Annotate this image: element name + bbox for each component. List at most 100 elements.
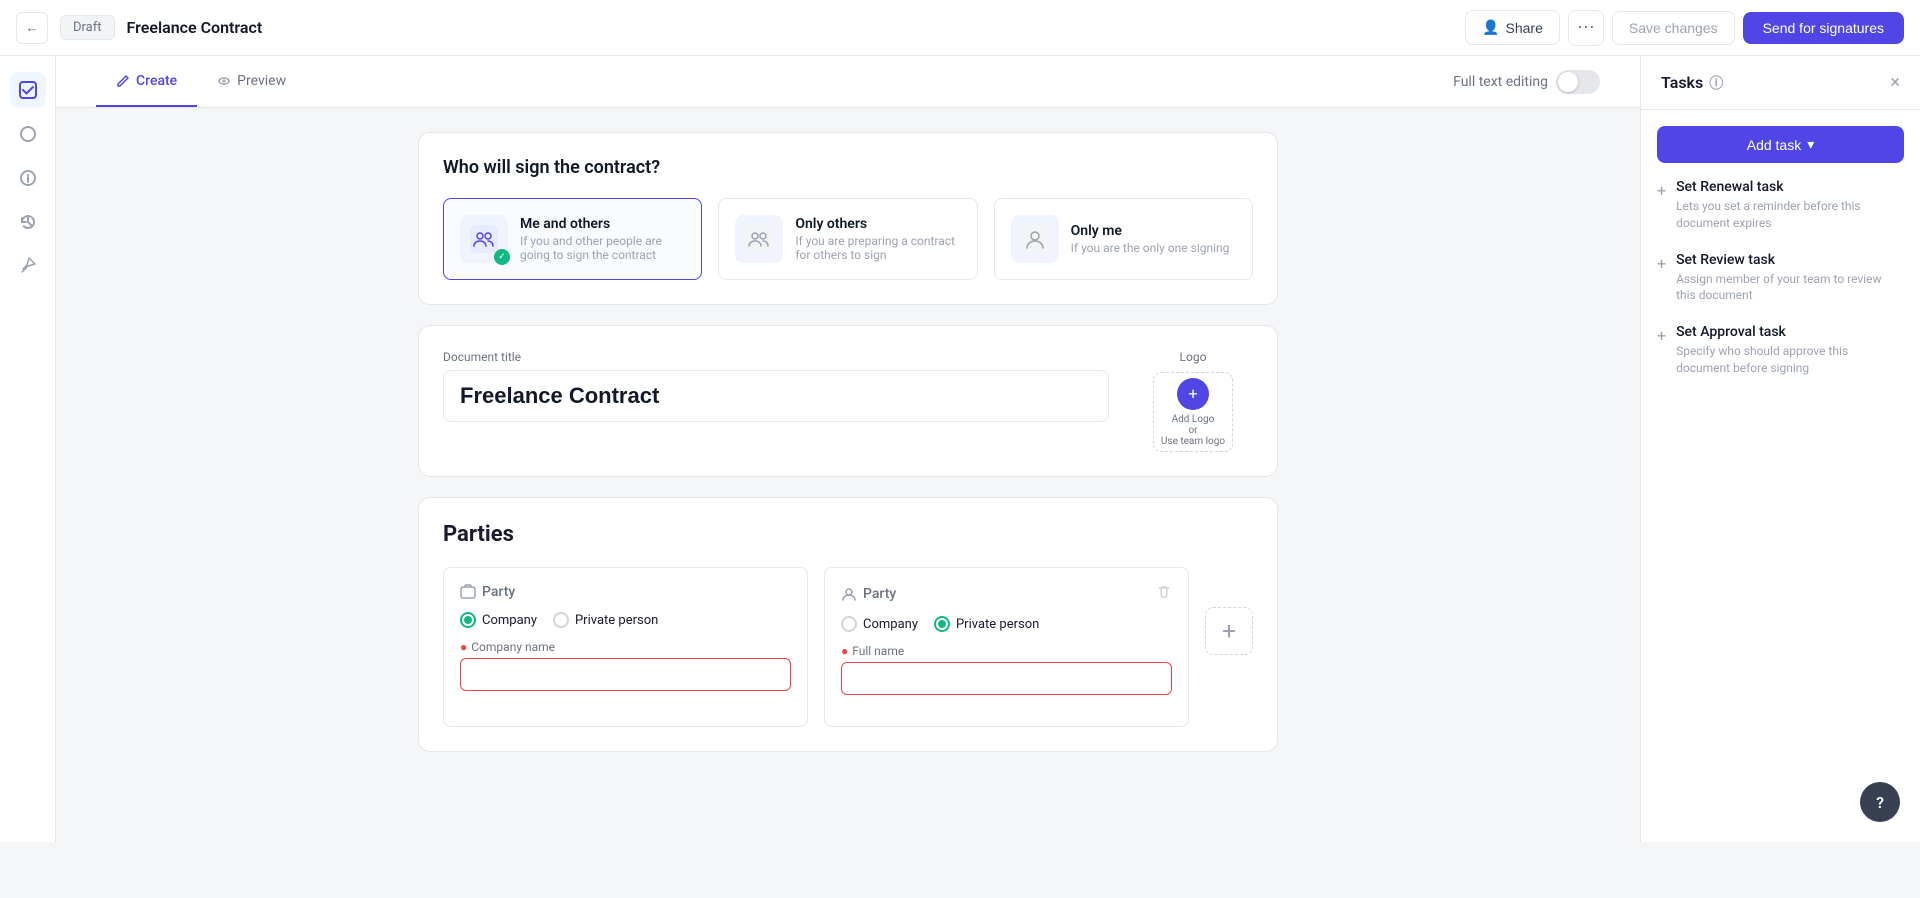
doc-title-section: Document title bbox=[443, 350, 1109, 452]
tab-preview[interactable]: Preview bbox=[197, 57, 306, 107]
logo-section: Logo + Add Logo or Use team logo bbox=[1133, 350, 1253, 452]
task-renewal-title: Set Renewal task bbox=[1676, 179, 1904, 195]
check-badge: ✓ bbox=[494, 249, 510, 265]
party2-delete-button[interactable] bbox=[1156, 584, 1172, 604]
sign-option-only-me-text: Only me If you are the only one signing bbox=[1071, 223, 1230, 255]
party1-label: Party bbox=[460, 584, 515, 600]
sidebar-icon-history[interactable] bbox=[10, 204, 46, 240]
eye-icon bbox=[217, 74, 231, 88]
tasks-panel: Tasks ⓘ × Add task ▾ + Set Renewal task … bbox=[1640, 56, 1920, 842]
header-left: ← Draft Freelance Contract bbox=[16, 12, 262, 44]
parties-title: Parties bbox=[443, 522, 1253, 547]
sign-option-only-me-desc: If you are the only one signing bbox=[1071, 241, 1230, 255]
party2-private-radio-circle bbox=[934, 616, 950, 632]
logo-add-icon: + bbox=[1177, 378, 1209, 410]
sign-option-only-me-label: Only me bbox=[1071, 223, 1230, 239]
parties-section: Parties Party bbox=[418, 497, 1278, 752]
tab-create[interactable]: Create bbox=[96, 57, 197, 107]
main-layout: Create Preview Full text editing bbox=[0, 56, 1920, 842]
party1-company-radio[interactable]: Company bbox=[460, 612, 537, 628]
logo-label: Logo bbox=[1180, 350, 1207, 364]
task-item-review: + Set Review task Assign member of your … bbox=[1657, 252, 1904, 305]
party1-header: Party bbox=[460, 584, 791, 600]
toggle-knob bbox=[1558, 72, 1578, 92]
send-for-signatures-button[interactable]: Send for signatures bbox=[1743, 12, 1904, 44]
doc-title-input[interactable] bbox=[443, 370, 1109, 422]
task-approval-title: Set Approval task bbox=[1676, 324, 1904, 340]
sidebar-icon-circle[interactable] bbox=[10, 116, 46, 152]
left-sidebar bbox=[0, 56, 56, 842]
full-text-editing-toggle-group: Full text editing bbox=[1453, 70, 1600, 94]
header-doc-title: Freelance Contract bbox=[127, 18, 263, 37]
task-renewal-info: Set Renewal task Lets you set a reminder… bbox=[1676, 179, 1904, 232]
party1-field-label: ● Company name bbox=[460, 640, 791, 654]
draft-badge: Draft bbox=[60, 15, 115, 40]
sign-option-only-me[interactable]: Only me If you are the only one signing bbox=[994, 198, 1253, 280]
sign-option-only-others[interactable]: Only others If you are preparing a contr… bbox=[718, 198, 977, 280]
share-icon: 👤 bbox=[1482, 19, 1499, 36]
save-changes-button[interactable]: Save changes bbox=[1612, 11, 1735, 45]
party1-company-radio-circle bbox=[460, 612, 476, 628]
header-right: 👤 Share ⋯ Save changes Send for signatur… bbox=[1465, 10, 1904, 46]
party2-company-radio[interactable]: Company bbox=[841, 616, 918, 632]
add-task-button[interactable]: Add task ▾ bbox=[1657, 126, 1904, 163]
tabs: Create Preview bbox=[96, 57, 306, 106]
party1-icon bbox=[460, 584, 476, 600]
party-card-1: Party Company bbox=[443, 567, 808, 727]
task-item-renewal: + Set Renewal task Lets you set a remind… bbox=[1657, 179, 1904, 232]
tasks-info-icon: ⓘ bbox=[1709, 73, 1723, 93]
sign-section-title: Who will sign the contract? bbox=[443, 157, 1253, 178]
pencil-icon bbox=[116, 74, 130, 88]
sign-option-me-and-others-text: Me and others If you and other people ar… bbox=[520, 216, 685, 262]
task-renewal-add-icon[interactable]: + bbox=[1657, 179, 1666, 232]
task-review-title: Set Review task bbox=[1676, 252, 1904, 268]
full-text-toggle[interactable] bbox=[1556, 70, 1600, 94]
task-item-approval: + Set Approval task Specify who should a… bbox=[1657, 324, 1904, 377]
party2-private-radio[interactable]: Private person bbox=[934, 616, 1039, 632]
back-button[interactable]: ← bbox=[16, 12, 48, 44]
tab-bar: Create Preview Full text editing bbox=[56, 56, 1640, 108]
sign-option-me-and-others-desc: If you and other people are going to sig… bbox=[520, 234, 685, 262]
party-card-2: Party Company bbox=[824, 567, 1189, 727]
sign-option-only-others-desc: If you are preparing a contract for othe… bbox=[795, 234, 960, 262]
party2-full-name-input[interactable] bbox=[841, 662, 1172, 695]
task-approval-add-icon[interactable]: + bbox=[1657, 324, 1666, 377]
ellipsis-icon: ⋯ bbox=[1577, 17, 1595, 38]
party1-private-radio[interactable]: Private person bbox=[553, 612, 658, 628]
sidebar-icon-pin[interactable] bbox=[10, 248, 46, 284]
doc-title-label: Document title bbox=[443, 350, 1109, 364]
chevron-down-icon: ▾ bbox=[1807, 136, 1814, 153]
party2-company-radio-circle bbox=[841, 616, 857, 632]
me-and-others-icon: ✓ bbox=[460, 215, 508, 263]
task-approval-desc: Specify who should approve this document… bbox=[1676, 343, 1904, 377]
center-content: Create Preview Full text editing bbox=[56, 56, 1640, 842]
task-review-desc: Assign member of your team to review thi… bbox=[1676, 271, 1904, 305]
share-button[interactable]: 👤 Share bbox=[1465, 10, 1560, 45]
help-button[interactable]: ? bbox=[1860, 782, 1900, 822]
more-options-button[interactable]: ⋯ bbox=[1568, 10, 1604, 46]
logo-upload-text: Add Logo or Use team logo bbox=[1161, 414, 1225, 447]
party2-header: Party bbox=[841, 584, 1172, 604]
add-party-button[interactable]: + bbox=[1205, 607, 1253, 655]
doc-area: Who will sign the contract? bbox=[398, 108, 1298, 776]
sign-option-only-others-text: Only others If you are preparing a contr… bbox=[795, 216, 960, 262]
sign-option-me-and-others[interactable]: ✓ Me and others If you and other people … bbox=[443, 198, 702, 280]
logo-upload-area[interactable]: + Add Logo or Use team logo bbox=[1153, 372, 1233, 452]
only-me-icon bbox=[1011, 215, 1059, 263]
sign-options-group: ✓ Me and others If you and other people … bbox=[443, 198, 1253, 280]
back-icon: ← bbox=[25, 20, 38, 35]
document-header-card: Document title Logo + Add Logo or Use te… bbox=[418, 325, 1278, 477]
task-review-add-icon[interactable]: + bbox=[1657, 252, 1666, 305]
sidebar-icon-checkbox[interactable] bbox=[10, 72, 46, 108]
task-renewal-desc: Lets you set a reminder before this docu… bbox=[1676, 198, 1904, 232]
party1-company-name-input[interactable] bbox=[460, 658, 791, 691]
sign-section: Who will sign the contract? bbox=[418, 132, 1278, 305]
tasks-panel-close-button[interactable]: × bbox=[1890, 72, 1900, 93]
party2-label: Party bbox=[841, 586, 896, 602]
sidebar-icon-info[interactable] bbox=[10, 160, 46, 196]
only-others-icon bbox=[735, 215, 783, 263]
sign-option-me-and-others-label: Me and others bbox=[520, 216, 685, 232]
party2-field-label: ● Full name bbox=[841, 644, 1172, 658]
top-header: ← Draft Freelance Contract 👤 Share ⋯ Sav… bbox=[0, 0, 1920, 56]
task-approval-info: Set Approval task Specify who should app… bbox=[1676, 324, 1904, 377]
